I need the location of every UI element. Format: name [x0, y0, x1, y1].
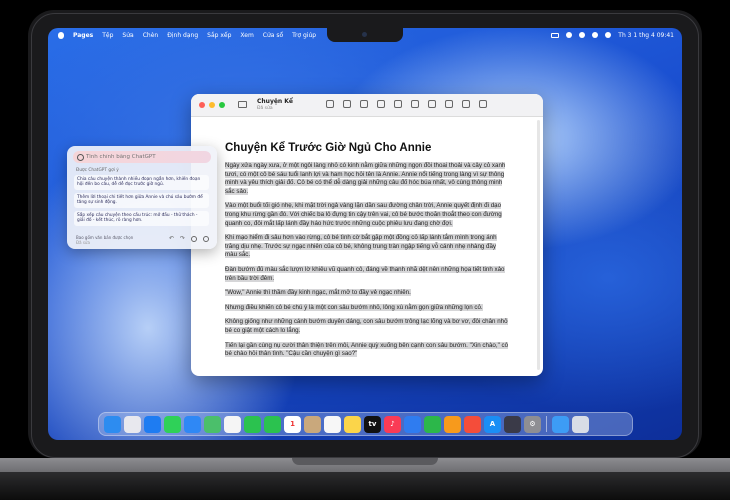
dock-phone-icon[interactable]	[264, 415, 281, 433]
minimize-button[interactable]	[209, 102, 215, 108]
desktop-screen: Pages Tệp Sửa Chèn Định dạng Sắp xếp Xem…	[48, 28, 682, 440]
dock-facetime-icon[interactable]	[244, 415, 261, 433]
dock-keynote-icon[interactable]	[404, 415, 421, 433]
paragraph[interactable]: Vào một buổi tối gió nhẹ, khi mặt trời n…	[225, 202, 502, 227]
menu-edit[interactable]: Sửa	[122, 32, 133, 39]
share-icon[interactable]	[428, 100, 436, 108]
search-icon[interactable]	[579, 32, 586, 38]
dock-calendar-icon[interactable]: 1	[284, 415, 301, 433]
sidebar-toggle-icon[interactable]	[238, 101, 247, 108]
paragraph[interactable]: Không giống như những cánh bướm duyên dá…	[225, 318, 508, 334]
laptop-base-shadow	[0, 472, 730, 500]
dock-app-store-icon[interactable]: A	[484, 415, 501, 433]
shape-icon[interactable]	[394, 100, 402, 108]
media-icon[interactable]	[411, 100, 419, 108]
writing-tools-panel: Được ChatGPT gợi ý Chia câu chuyện thành…	[67, 146, 217, 249]
table-icon[interactable]	[343, 100, 351, 108]
paragraph[interactable]: Tiến lại gần cùng nụ cười thân thiện trê…	[225, 341, 509, 358]
refine-input[interactable]	[86, 154, 196, 160]
control-center-icon[interactable]	[592, 32, 599, 38]
dock-numbers-icon[interactable]	[424, 415, 441, 433]
scrollbar[interactable]	[537, 120, 540, 370]
document-heading[interactable]: Chuyện Kể Trước Giờ Ngủ Cho Annie	[225, 142, 431, 154]
dock-safari-icon[interactable]	[144, 415, 161, 433]
dock-contacts-icon[interactable]	[304, 415, 321, 433]
suggested-label: Được ChatGPT gợi ý	[76, 168, 119, 173]
menu-arrange[interactable]: Sắp xếp	[207, 32, 231, 39]
text-box-icon[interactable]	[377, 100, 385, 108]
chatgpt-refine-field[interactable]	[73, 151, 211, 163]
paragraph[interactable]: "Wow," Annie thì thầm đầy kinh ngạc, mắt…	[225, 289, 411, 297]
battery-icon[interactable]	[551, 32, 560, 38]
dock-instruments-icon[interactable]	[464, 415, 481, 433]
pages-window: Chuyện Kể Đã sửa Chuyện Kể Trước Giờ Ngủ…	[191, 94, 543, 376]
chart-icon[interactable]	[360, 100, 368, 108]
dock-system-settings-icon[interactable]: ⚙	[524, 415, 541, 433]
menu-view[interactable]: Xem	[240, 32, 253, 39]
menu-file[interactable]: Tệp	[102, 32, 113, 39]
siri-icon[interactable]	[605, 32, 612, 38]
dock-notes-icon[interactable]	[344, 415, 361, 433]
camera-notch	[327, 28, 403, 42]
dock-reminders-icon[interactable]	[324, 415, 341, 433]
close-button[interactable]	[199, 102, 205, 108]
zoom-button[interactable]	[219, 102, 225, 108]
suggestion-item[interactable]: Chia câu chuyện thành nhiều đoạn ngắn hơ…	[74, 175, 209, 190]
dock-tv-icon[interactable]: tv	[364, 415, 381, 433]
dock-launchpad-icon[interactable]	[124, 415, 141, 433]
document-title: Chuyện Kể	[257, 98, 294, 105]
menu-format[interactable]: Định dạng	[167, 32, 198, 39]
dock-music-icon[interactable]: ♪	[384, 415, 401, 433]
laptop-base	[0, 458, 730, 472]
menu-help[interactable]: Trợ giúp	[292, 32, 316, 39]
suggestion-item[interactable]: Thêm lời thoại chi tiết hơn giữa Annie v…	[74, 193, 209, 208]
dock-finder-icon[interactable]	[104, 415, 121, 433]
more-icon[interactable]	[445, 100, 453, 108]
menu-window[interactable]: Cửa sổ	[263, 32, 283, 39]
document-body[interactable]: Ngày xửa ngày xưa, ở một ngôi làng nhỏ c…	[225, 162, 509, 365]
undo-icon[interactable]: ↶	[169, 236, 174, 242]
insert-paragraph-icon[interactable]	[326, 100, 334, 108]
dock-iphone-mirroring-icon[interactable]	[504, 415, 521, 433]
paragraph[interactable]: Nhưng điều khiến cô bé chú ý là một con …	[225, 303, 483, 311]
chatgpt-icon	[77, 153, 84, 161]
dock-messages-icon[interactable]	[164, 415, 181, 433]
settings-icon[interactable]	[203, 236, 209, 242]
menu-app-name[interactable]: Pages	[73, 32, 93, 39]
dock-photos-icon[interactable]	[224, 415, 241, 433]
suggestion-item[interactable]: Sắp xếp câu chuyện theo cấu trúc: mở đầu…	[74, 211, 209, 226]
menu-insert[interactable]: Chèn	[143, 32, 159, 39]
wifi-icon[interactable]	[566, 32, 573, 38]
paragraph[interactable]: Ngày xửa ngày xưa, ở một ngôi làng nhỏ c…	[225, 162, 506, 195]
document-status: Đã sửa	[257, 106, 273, 111]
dock-mail-icon[interactable]	[184, 415, 201, 433]
lid-groove	[292, 458, 438, 465]
dock: 1 tv ♪ A ⚙	[98, 412, 633, 436]
format-brush-icon[interactable]	[462, 100, 470, 108]
history-icon[interactable]	[191, 236, 197, 242]
redo-icon[interactable]: ↷	[180, 236, 185, 242]
dock-pages-icon[interactable]	[444, 415, 461, 433]
menu-clock[interactable]: Th 3 1 thg 4 09:41	[618, 32, 674, 39]
dock-maps-icon[interactable]	[204, 415, 221, 433]
apple-menu-icon[interactable]	[58, 31, 64, 39]
paragraph[interactable]: Khi mạo hiểm đi sâu hơn vào rừng, cô bé …	[225, 234, 497, 259]
selection-status: Đã sửa	[76, 240, 90, 245]
window-toolbar: Chuyện Kể Đã sửa	[191, 94, 543, 117]
selection-footer: Bao gồm văn bản được chọn Đã sửa	[76, 235, 133, 245]
dock-trash-icon[interactable]	[572, 415, 589, 433]
dock-separator	[546, 416, 547, 432]
document-icon[interactable]	[479, 100, 487, 108]
dock-downloads-folder-icon[interactable]	[552, 415, 569, 433]
document-page[interactable]: Chuyện Kể Trước Giờ Ngủ Cho Annie Ngày x…	[191, 116, 531, 376]
camera-icon	[362, 32, 367, 37]
paragraph[interactable]: Đàn bướm đủ màu sắc lượn lờ khiêu vũ qua…	[225, 265, 505, 282]
